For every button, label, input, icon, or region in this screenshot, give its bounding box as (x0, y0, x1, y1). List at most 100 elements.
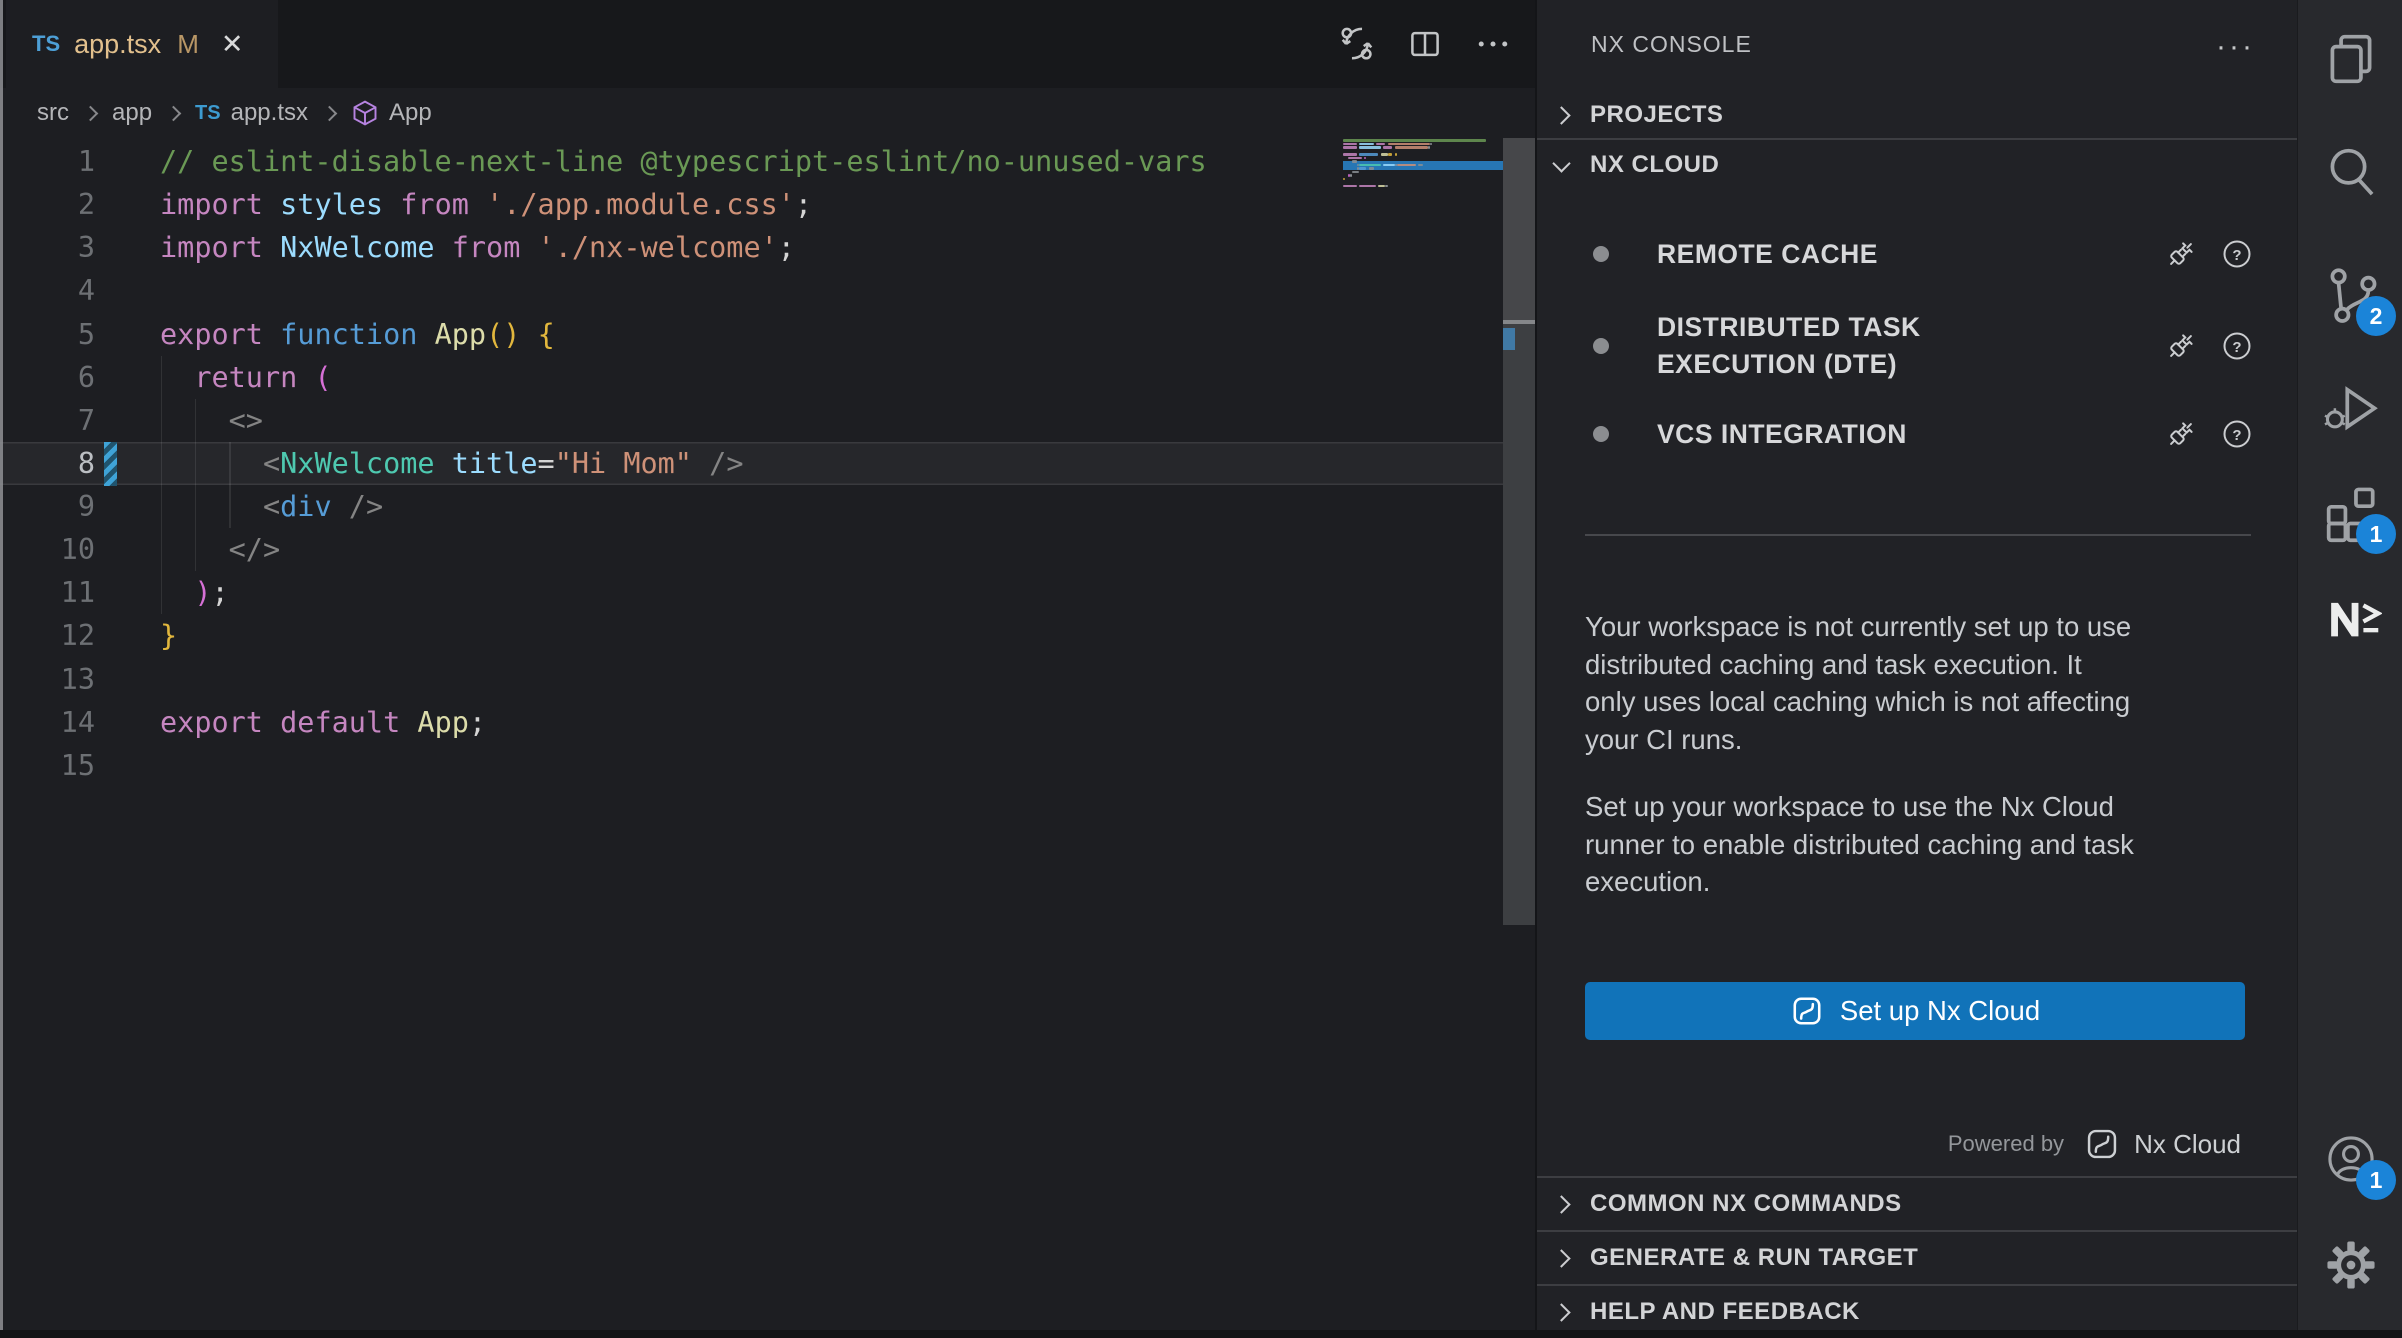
minimap-line (1388, 143, 1430, 146)
section-projects[interactable]: PROJECTS (1537, 92, 2297, 138)
status-dot-icon (1593, 338, 1609, 354)
code-line[interactable]: 15 (0, 744, 1535, 787)
line-number[interactable]: 11 (0, 571, 95, 614)
connect-icon[interactable] (2165, 418, 2197, 450)
line-number[interactable]: 3 (0, 226, 95, 269)
accounts-badge: 1 (2356, 1160, 2396, 1200)
code-line[interactable]: 4 (0, 269, 1535, 312)
code-line[interactable]: 1// eslint-disable-next-line @typescript… (0, 140, 1535, 183)
line-number[interactable]: 5 (0, 313, 95, 356)
powered-by-row: Powered by Nx Cloud (1948, 1122, 2241, 1166)
code-text: } (160, 614, 177, 657)
setup-description: Set up your workspace to use the Nx Clou… (1585, 788, 2257, 901)
tab-app-tsx[interactable]: TS app.tsx M ✕ (6, 0, 278, 88)
code-text: import NxWelcome from './nx-welcome'; (160, 226, 795, 269)
chevron-right-icon (1552, 1195, 1570, 1213)
breadcrumb-file[interactable]: app.tsx (231, 99, 308, 127)
panel-header: NX CONSOLE ··· (1537, 0, 2297, 88)
section-label: PROJECTS (1590, 101, 1723, 129)
help-icon[interactable]: ? (2221, 418, 2253, 450)
line-number[interactable]: 7 (0, 399, 95, 442)
extensions-badge: 1 (2356, 514, 2396, 554)
code-line[interactable]: 10 </> (0, 528, 1535, 571)
line-number[interactable]: 8 (0, 442, 95, 485)
minimap-line (1350, 174, 1352, 177)
line-number[interactable]: 12 (0, 614, 95, 657)
code-text: import styles from './app.module.css'; (160, 183, 812, 226)
minimap[interactable] (1343, 139, 1503, 379)
source-control-icon[interactable]: 2 (2320, 264, 2382, 326)
nx-cloud-logo-icon (2084, 1126, 2120, 1162)
minimap-line (1397, 164, 1416, 167)
open-changes-icon[interactable] (1336, 23, 1378, 65)
breadcrumb-app[interactable]: app (112, 99, 152, 127)
indent-guide (195, 399, 197, 572)
code-line[interactable]: 11 ); (0, 571, 1535, 614)
code-line[interactable]: 14export default App; (0, 701, 1535, 744)
button-label: Set up Nx Cloud (1840, 995, 2040, 1027)
section-generate-run-target[interactable]: GENERATE & RUN TARGET (1537, 1230, 2297, 1284)
explorer-icon[interactable] (2320, 28, 2382, 90)
code-line[interactable]: 7 <> (0, 399, 1535, 442)
code-text: <> (160, 399, 263, 442)
accounts-icon[interactable]: 1 (2320, 1128, 2382, 1190)
search-icon[interactable] (2320, 142, 2382, 204)
scrollbar-thumb[interactable] (1503, 138, 1535, 320)
nx-cloud-brand-link[interactable]: Nx Cloud (2134, 1129, 2241, 1160)
section-label: HELP AND FEEDBACK (1590, 1298, 1860, 1326)
line-number[interactable]: 15 (0, 744, 95, 787)
code-line[interactable]: 2 import styles from './app.module.css'; (0, 183, 1535, 226)
nx-console-icon[interactable] (2320, 588, 2382, 650)
connect-icon[interactable] (2165, 330, 2197, 362)
chevron-right-icon (83, 105, 99, 121)
line-number[interactable]: 6 (0, 356, 95, 399)
code-editor[interactable]: 1// eslint-disable-next-line @typescript… (0, 138, 1535, 1330)
line-number[interactable]: 9 (0, 485, 95, 528)
minimap-line (1343, 143, 1357, 146)
feature-label: DISTRIBUTED TASK EXECUTION (DTE) (1657, 309, 2087, 383)
chevron-down-icon (1552, 154, 1570, 172)
code-line[interactable]: 3 import NxWelcome from './nx-welcome'; (0, 226, 1535, 269)
code-line[interactable]: 12} (0, 614, 1535, 657)
code-line[interactable]: 13 (0, 658, 1535, 701)
minimap-line (1343, 146, 1357, 149)
line-number[interactable]: 2 (0, 183, 95, 226)
section-label: GENERATE & RUN TARGET (1590, 1244, 1918, 1272)
feature-label: VCS INTEGRATION (1657, 416, 2087, 453)
minimap-line (1343, 139, 1486, 142)
split-editor-icon[interactable] (1404, 23, 1446, 65)
code-line[interactable]: 5export function App() { (0, 313, 1535, 356)
extensions-icon[interactable]: 1 (2320, 482, 2382, 544)
panel-more-actions-icon[interactable]: ··· (2216, 30, 2255, 64)
breadcrumb-symbol[interactable]: App (389, 99, 432, 127)
breadcrumb-src[interactable]: src (37, 99, 69, 127)
nx-console-panel: NX CONSOLE ··· PROJECTS NX CLOUD REMOTE … (1535, 0, 2297, 1330)
close-icon[interactable]: ✕ (221, 29, 244, 60)
connect-icon[interactable] (2165, 238, 2197, 270)
setup-nx-cloud-button[interactable]: Set up Nx Cloud (1585, 982, 2245, 1040)
chevron-right-icon (1552, 1303, 1570, 1321)
help-icon[interactable]: ? (2221, 330, 2253, 362)
section-common-nx-commands[interactable]: COMMON NX COMMANDS (1537, 1176, 2297, 1230)
section-nx-cloud[interactable]: NX CLOUD (1537, 142, 2297, 188)
help-icon[interactable]: ? (2221, 238, 2253, 270)
line-number[interactable]: 10 (0, 528, 95, 571)
line-number[interactable]: 14 (0, 701, 95, 744)
minimap-line (1359, 153, 1378, 156)
more-actions-icon[interactable] (1472, 23, 1514, 65)
line-number[interactable]: 13 (0, 658, 95, 701)
line-number[interactable]: 4 (0, 269, 95, 312)
run-debug-icon[interactable] (2320, 376, 2382, 438)
line-number[interactable]: 1 (0, 140, 95, 183)
typescript-file-icon: TS (32, 31, 60, 57)
code-line[interactable]: 6 return ( (0, 356, 1535, 399)
code-text: </> (160, 528, 280, 571)
indent-guide (229, 442, 231, 528)
minimap-line (1378, 185, 1385, 188)
minimap-line (1359, 167, 1366, 170)
minimap-line (1359, 185, 1375, 188)
settings-gear-icon[interactable] (2320, 1234, 2382, 1296)
svg-text:?: ? (2232, 427, 2241, 444)
minimap-line (1381, 153, 1388, 156)
scrollbar-track[interactable] (1503, 324, 1535, 925)
